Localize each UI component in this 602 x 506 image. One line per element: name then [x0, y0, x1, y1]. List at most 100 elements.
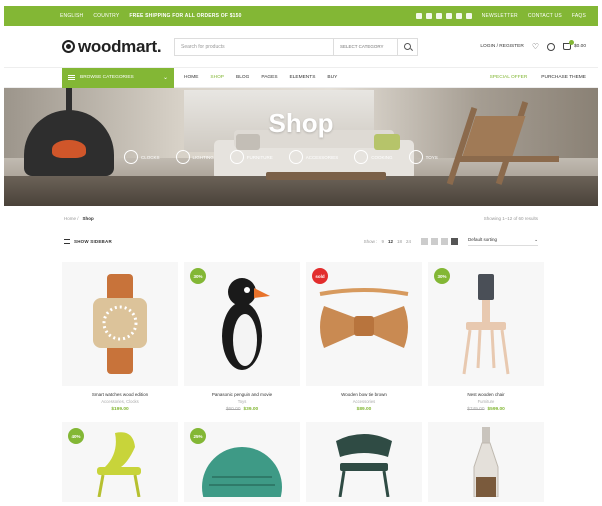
language-switcher[interactable]: ENGLISH [60, 13, 83, 19]
nav-elements[interactable]: ELEMENTS [290, 75, 316, 80]
product-image[interactable] [62, 262, 178, 386]
product-card[interactable] [306, 422, 422, 502]
product-image[interactable] [428, 422, 544, 502]
nav-buy[interactable]: BUY [327, 75, 337, 80]
purchase-theme-link[interactable]: PURCHASE THEME [541, 75, 586, 80]
per-page-24[interactable]: 24 [406, 239, 411, 244]
product-image[interactable] [306, 422, 422, 502]
search-category-select[interactable]: SELECT CATEGORY [333, 38, 397, 55]
product-price: $60.00 $39.00 [225, 407, 259, 412]
nav-shop[interactable]: SHOP [210, 75, 224, 80]
product-category[interactable]: Toys [184, 399, 300, 404]
twitter-icon[interactable] [425, 13, 432, 19]
search-input[interactable]: Search for products [175, 44, 333, 50]
grid-3-view-icon[interactable] [441, 237, 448, 245]
faqs-link[interactable]: FAQS [572, 13, 586, 19]
site-logo[interactable]: woodmart. [62, 37, 172, 57]
main-nav: BROWSE CATEGORIES ⌄ HOME SHOP BLOG PAGES… [4, 67, 598, 88]
contact-link[interactable]: CONTACT US [528, 13, 562, 19]
dark-chair-image [336, 434, 392, 497]
product-price: $199.00 [111, 407, 129, 412]
breadcrumb-home[interactable]: Home [64, 216, 76, 221]
email-icon[interactable] [435, 13, 442, 19]
teal-clock-image [202, 447, 282, 497]
compare-icon[interactable] [546, 42, 555, 51]
hero-category-links: CLOCKS LIGHTING FURNITURE ACCESSORIES CO… [124, 150, 438, 164]
hero-category-cooking[interactable]: COOKING [354, 150, 393, 164]
product-image[interactable]: 30% [184, 262, 300, 386]
product-grid: Smart watches wood edition Accessories, … [62, 262, 544, 502]
product-card[interactable]: 25% [184, 422, 300, 502]
login-register-link[interactable]: LOGIN / REGISTER [480, 44, 523, 49]
product-category[interactable]: Accessories, Clocks [62, 399, 178, 404]
hero-category-lighting[interactable]: LIGHTING [175, 150, 214, 164]
product-card[interactable]: Smart watches wood edition Accessories, … [62, 262, 178, 412]
nav-blog[interactable]: BLOG [236, 75, 249, 80]
breadcrumb-current: Shop [82, 215, 94, 221]
newsletter-link[interactable]: NEWSLETTER [482, 13, 518, 19]
pinterest-icon[interactable] [445, 13, 452, 19]
discount-badge: 30% [434, 268, 450, 284]
clock-icon [124, 150, 138, 164]
per-page-12[interactable]: 12 [388, 239, 393, 244]
special-offer-link[interactable]: SPECIAL OFFER [490, 75, 528, 80]
facebook-icon[interactable] [415, 13, 422, 19]
logo-mark-icon [62, 40, 75, 53]
shop-toolbar: SHOW SIDEBAR Show : 9 12 18 24 Default s… [4, 230, 598, 252]
product-card[interactable]: 30% Panasonic penguin and movie Toys $60… [184, 262, 300, 412]
search-button[interactable] [397, 38, 417, 55]
discount-badge: 30% [190, 268, 206, 284]
product-name[interactable]: Smart watches wood edition [62, 392, 178, 397]
product-image[interactable]: 25% [184, 422, 300, 502]
social-icons [415, 13, 472, 19]
product-image[interactable]: 40% [62, 422, 178, 502]
grid-4-view-icon[interactable] [451, 237, 458, 245]
old-price: $60.00 [225, 407, 241, 412]
wooden-watch-image [93, 274, 147, 374]
product-card[interactable] [428, 422, 544, 502]
sort-select[interactable]: Default sorting ⌄ [468, 237, 538, 246]
bow-tie-image [319, 288, 409, 348]
hero-category-toys[interactable]: TOYS [408, 150, 438, 164]
filter-icon [64, 238, 70, 244]
browse-categories-button[interactable]: BROWSE CATEGORIES ⌄ [62, 67, 174, 88]
sold-out-badge: sold [312, 268, 328, 284]
product-image[interactable]: sold [306, 262, 422, 386]
wooden-chair-image [462, 274, 510, 375]
chair-icon [229, 150, 244, 164]
per-page-18[interactable]: 18 [397, 239, 402, 244]
product-card[interactable]: 30% Nest wooden chair Furniture $749.00 $… [428, 262, 544, 412]
list-view-icon[interactable] [421, 237, 428, 245]
product-category[interactable]: Furniture [428, 399, 544, 404]
nav-home[interactable]: HOME [184, 75, 198, 80]
nav-pages[interactable]: PAGES [261, 75, 277, 80]
linkedin-icon[interactable] [455, 13, 462, 19]
product-name[interactable]: Nest wooden chair [428, 392, 544, 397]
product-name[interactable]: Panasonic penguin and movie [184, 392, 300, 397]
product-name[interactable]: Wooden bow tie brown [306, 392, 422, 397]
show-label: Show : [363, 238, 378, 244]
hero-category-accessories[interactable]: ACCESSORIES [288, 150, 338, 164]
old-price: $749.00 [467, 407, 485, 412]
product-card[interactable]: 40% [62, 422, 178, 502]
product-category[interactable]: Accessories [306, 399, 422, 404]
product-price: $749.00 $599.00 [467, 407, 505, 412]
cart-count-badge [568, 40, 574, 45]
cart-button[interactable]: $0.00 [562, 40, 586, 50]
wishlist-icon[interactable]: ♡ [532, 42, 539, 51]
hero-category-clocks[interactable]: CLOCKS [124, 150, 160, 164]
product-image[interactable]: 30% [428, 262, 544, 386]
product-card[interactable]: sold Wooden bow tie brown Accessories $8… [306, 262, 422, 412]
discount-badge: 40% [68, 428, 84, 444]
chevron-down-icon: ⌄ [534, 236, 538, 242]
penguin-toy-image [222, 278, 270, 370]
discount-badge: 25% [190, 428, 206, 444]
show-sidebar-button[interactable]: SHOW SIDEBAR [64, 238, 112, 244]
per-page-9[interactable]: 9 [381, 239, 384, 244]
hero-category-furniture[interactable]: FURNITURE [229, 150, 273, 164]
grid-2-view-icon[interactable] [431, 237, 438, 245]
country-switcher[interactable]: COUNTRY [93, 13, 119, 19]
shop-hero-banner: Shop CLOCKS LIGHTING FURNITURE ACCESSORI… [4, 88, 598, 206]
telegram-icon[interactable] [465, 13, 472, 19]
cart-total: $0.00 [573, 44, 586, 49]
